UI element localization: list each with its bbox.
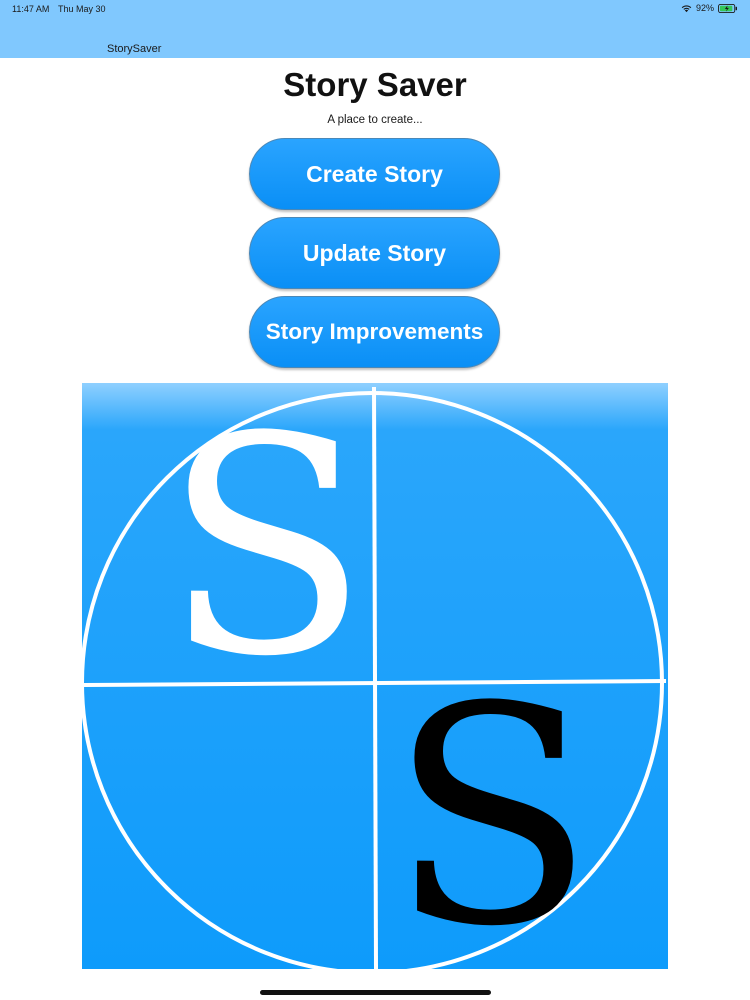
status-time: 11:47 AM (12, 4, 50, 14)
status-date: Thu May 30 (58, 4, 106, 14)
page-subtitle: A place to create... (327, 114, 423, 126)
logo-letter-dark: S (389, 643, 595, 969)
home-indicator[interactable] (260, 990, 491, 995)
page-title: Story Saver (283, 66, 467, 103)
story-improvements-button[interactable]: Story Improvements (249, 296, 500, 368)
story-saver-logo: S S (80, 373, 668, 992)
logo-letter-light: S (163, 383, 369, 722)
update-story-button[interactable]: Update Story (249, 217, 500, 289)
battery-charging-icon (718, 3, 737, 13)
logo-graphic: S S (80, 373, 668, 992)
nav-title: StorySaver (107, 43, 162, 55)
create-story-button[interactable]: Create Story (249, 138, 500, 210)
logo-vertical-divider (372, 386, 378, 970)
wifi-icon (681, 4, 692, 12)
status-indicators: 92% (681, 3, 738, 13)
battery-percent: 92% (695, 3, 714, 13)
